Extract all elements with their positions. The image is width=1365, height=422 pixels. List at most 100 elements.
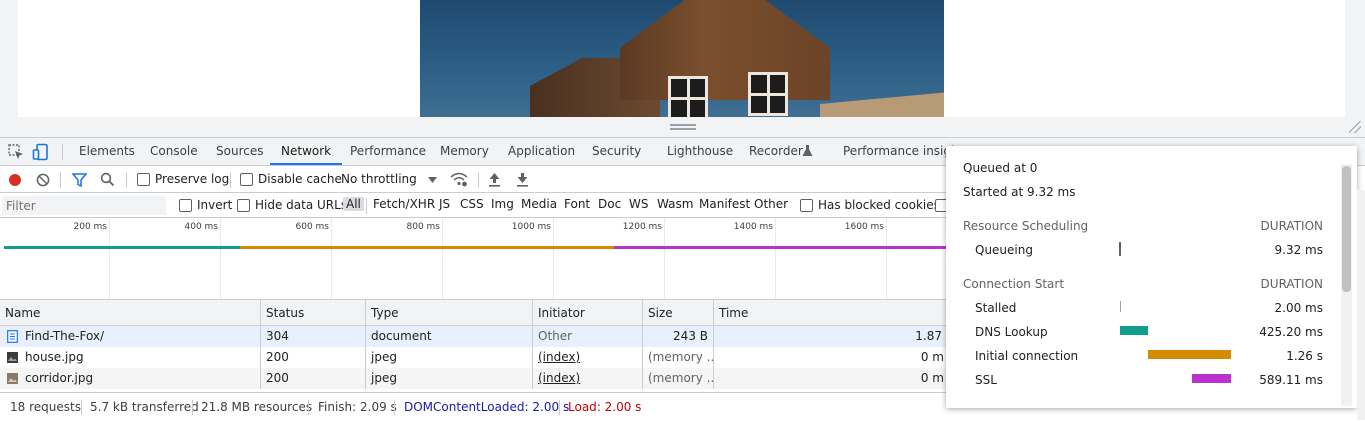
tab-sources[interactable]: Sources — [216, 138, 263, 165]
filter-type-media[interactable]: Media — [521, 197, 557, 211]
filter-type-manifest[interactable]: Manifest — [699, 197, 750, 211]
column-time[interactable]: Time — [714, 300, 946, 326]
devtools-scrollbar[interactable] — [1357, 190, 1365, 420]
inspect-element-icon[interactable] — [7, 143, 25, 161]
filter-type-doc[interactable]: Doc — [598, 197, 621, 211]
tab-lighthouse[interactable]: Lighthouse — [667, 138, 733, 165]
invert-checkbox[interactable] — [179, 199, 192, 212]
waterfall-ssl-segment — [614, 246, 946, 249]
filter-type-img[interactable]: Img — [491, 197, 514, 211]
column-type[interactable]: Type — [366, 300, 533, 326]
filter-type-all[interactable]: All — [343, 197, 364, 211]
resource-scheduling-heading: Resource Scheduling — [963, 219, 1089, 233]
request-time: 0 m — [920, 350, 944, 364]
tick-label: 1200 ms — [622, 222, 662, 232]
preserve-log-label: Preserve log — [155, 172, 230, 186]
house-photo — [420, 0, 944, 117]
disable-cache-checkbox[interactable] — [240, 173, 253, 186]
load-time: Load: 2.00 s — [568, 400, 642, 414]
image-icon — [7, 352, 18, 363]
table-row[interactable]: house.jpg 200 jpeg (index) (memory ... 0… — [0, 347, 946, 368]
house-window — [748, 72, 788, 116]
divider — [60, 172, 61, 188]
request-type: document — [366, 326, 533, 347]
filter-type-fetch-xhr[interactable]: Fetch/XHR — [373, 197, 435, 211]
export-har-icon[interactable] — [516, 172, 529, 187]
tick-label: 1400 ms — [733, 222, 773, 232]
table-header: Name Status Type Initiator Size Time — [0, 300, 946, 326]
tab-network[interactable]: Network — [270, 138, 343, 165]
request-name: house.jpg — [20, 347, 261, 368]
ground — [820, 92, 944, 117]
resources-size: 21.8 MB resources — [201, 400, 313, 414]
divider — [308, 400, 309, 415]
grid-line — [553, 218, 554, 299]
filter-type-wasm[interactable]: Wasm — [657, 197, 693, 211]
filter-type-font[interactable]: Font — [564, 197, 590, 211]
table-row[interactable]: corridor.jpg 200 jpeg (index) (memory ..… — [0, 368, 946, 389]
import-har-icon[interactable] — [488, 172, 501, 187]
popover-scrollbar-thumb[interactable] — [1342, 166, 1351, 292]
column-size[interactable]: Size — [643, 300, 714, 326]
grid-line — [886, 218, 887, 299]
request-name: Find-The-Fox/ — [20, 326, 261, 347]
column-name[interactable]: Name — [0, 300, 261, 326]
ssl-label: SSL — [975, 373, 997, 387]
house-gable — [620, 0, 830, 100]
request-count: 18 requests — [10, 400, 81, 414]
grid-line — [775, 218, 776, 299]
record-icon[interactable] — [8, 173, 22, 187]
tab-memory[interactable]: Memory — [440, 138, 489, 165]
request-initiator-link[interactable]: (index) — [533, 347, 643, 368]
tick-label: 400 ms — [184, 222, 219, 232]
resize-grip-icon[interactable] — [1349, 121, 1361, 133]
filter-type-js[interactable]: JS — [439, 197, 450, 211]
search-icon[interactable] — [100, 172, 115, 187]
tab-recorder[interactable]: Recorder — [749, 138, 803, 165]
chevron-down-icon[interactable] — [428, 177, 437, 183]
initial-connection-value: 1.26 s — [1286, 349, 1323, 363]
divider — [559, 400, 560, 415]
timeline-overview[interactable]: 200 ms 400 ms 600 ms 800 ms 1000 ms 1200… — [0, 218, 946, 300]
flask-icon — [802, 145, 813, 156]
tick-label: 1600 ms — [844, 222, 884, 232]
has-blocked-cookies-checkbox[interactable] — [800, 199, 813, 212]
grid-line — [109, 218, 110, 299]
house-window — [668, 76, 708, 117]
request-initiator-link[interactable]: (index) — [533, 368, 643, 389]
tab-performance[interactable]: Performance — [350, 138, 426, 165]
preserve-log-checkbox[interactable] — [137, 173, 150, 186]
tab-elements[interactable]: Elements — [79, 138, 135, 165]
stalled-label: Stalled — [975, 301, 1017, 315]
tab-performance-insights[interactable]: Performance insigh — [843, 138, 959, 165]
filter-type-ws[interactable]: WS — [629, 197, 648, 211]
throttling-select[interactable]: No throttling — [341, 172, 417, 186]
filter-icon[interactable] — [72, 173, 87, 187]
tab-security[interactable]: Security — [592, 138, 641, 165]
table-row[interactable]: Find-The-Fox/ 304 document Other 243 B 1… — [0, 326, 946, 347]
device-toolbar-icon[interactable] — [32, 143, 50, 161]
tick-label: 200 ms — [73, 222, 108, 232]
divider — [230, 172, 231, 188]
filter-input[interactable] — [2, 196, 166, 215]
hide-data-urls-checkbox[interactable] — [237, 199, 250, 212]
filter-type-other[interactable]: Other — [754, 197, 788, 211]
grid-line — [664, 218, 665, 299]
grid-line — [331, 218, 332, 299]
network-conditions-icon[interactable] — [450, 172, 468, 187]
tick-label: 1000 ms — [511, 222, 551, 232]
browser-viewport — [0, 0, 1365, 137]
tab-console[interactable]: Console — [150, 138, 198, 165]
filter-type-css[interactable]: CSS — [460, 197, 484, 211]
clear-icon[interactable] — [36, 173, 50, 187]
column-initiator[interactable]: Initiator — [533, 300, 643, 326]
divider — [192, 400, 193, 415]
tab-application[interactable]: Application — [508, 138, 575, 165]
duration-heading: DURATION — [1260, 277, 1323, 291]
divider — [478, 172, 479, 188]
grid-line — [442, 218, 443, 299]
request-time: 1.87 — [915, 329, 942, 343]
column-status[interactable]: Status — [261, 300, 366, 326]
stalled-value: 2.00 ms — [1274, 301, 1323, 315]
drawer-resize-handle[interactable] — [670, 124, 696, 130]
